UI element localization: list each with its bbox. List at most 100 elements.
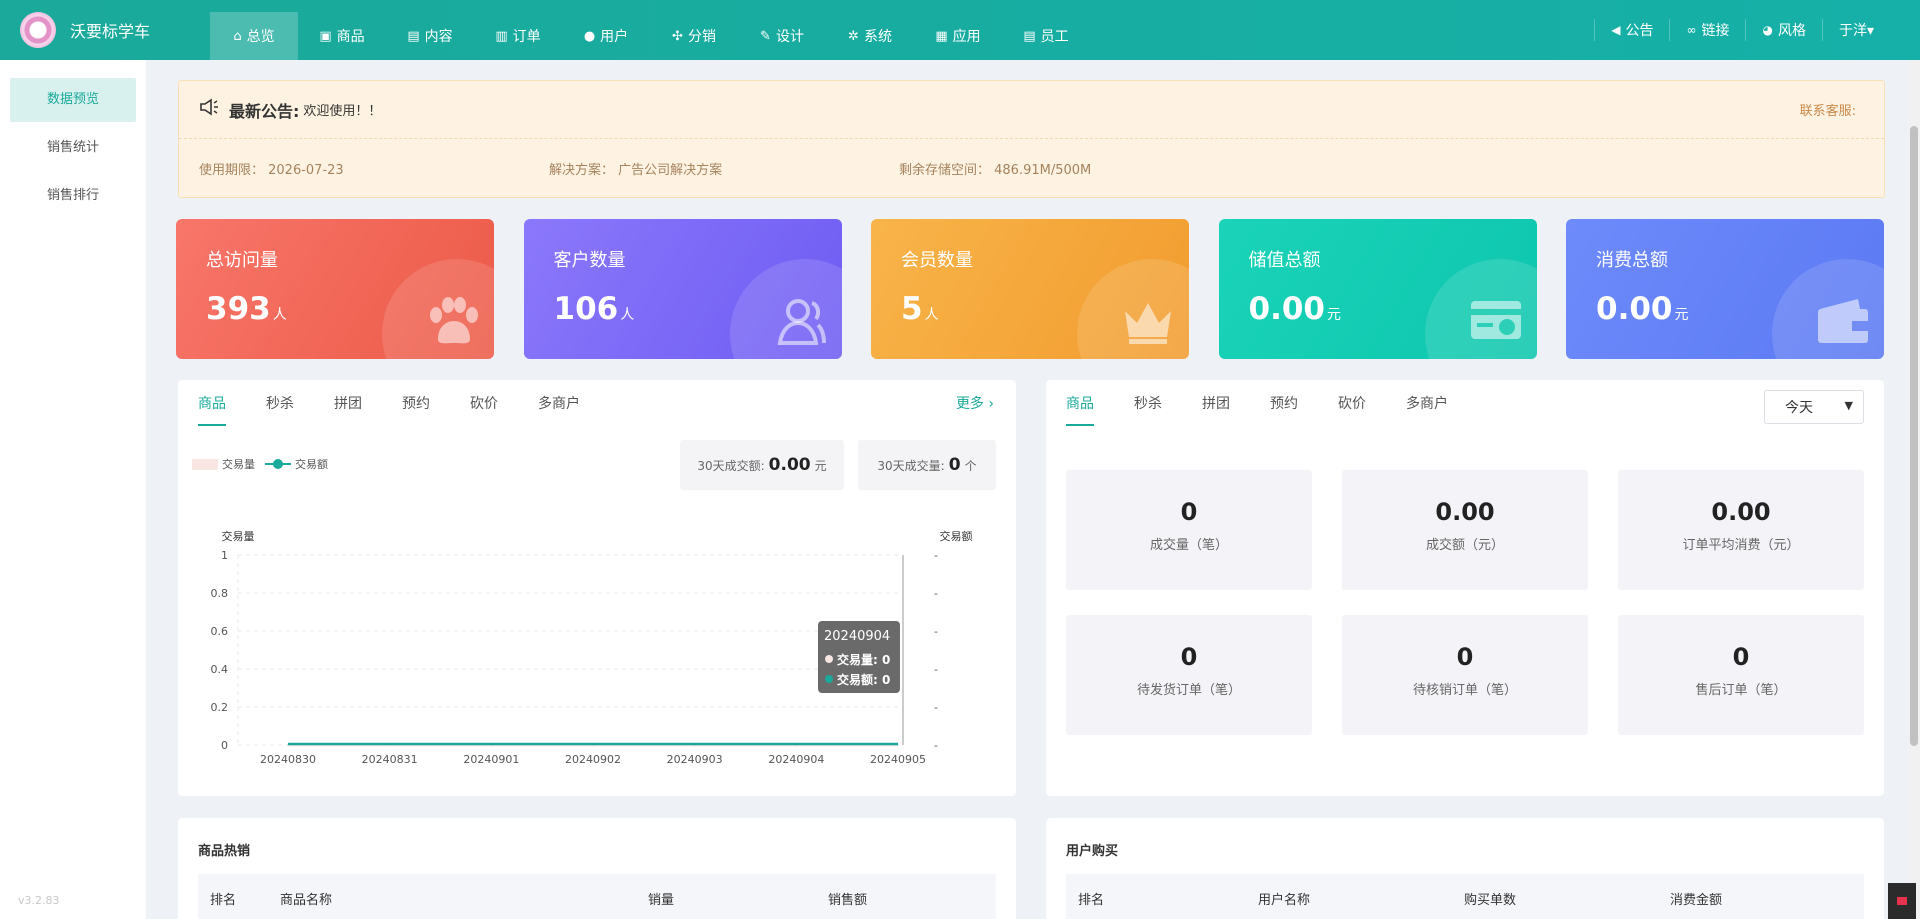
page-scrollbar[interactable] [1908,60,1920,919]
nav-item-3[interactable]: ▥ 订单 [474,12,562,60]
stat-card-value: 0.00 元 [1596,291,1689,327]
stat-card-value: 106 人 [554,291,635,327]
clipboard-icon: ▥ [495,28,508,44]
flag-icon[interactable] [1888,883,1916,919]
logo-icon [20,12,56,48]
nav-item-5[interactable]: ✣ 分销 [650,12,738,60]
nav-item-6[interactable]: ✎ 设计 [738,12,826,60]
today-stats-panel: 商品 秒杀 拼团 预约 砍价 多商户 今天 ▼ 0 成交量（笔） 0.00 成交额（元） 0.00… [1046,380,1884,796]
stat-card-1[interactable]: 客户数量 106 人 [523,219,842,359]
y-tick-label: 0.4 [211,663,229,676]
nav-item-7[interactable]: ✲ 系统 [826,12,914,60]
stat-value-unit: 人 [272,307,287,323]
scrollbar-thumb[interactable] [1910,126,1918,746]
stat-value-number: 106 [553,291,619,327]
hot-goods-title: 商品热销 [198,844,251,859]
tile-value: 0 [1180,498,1198,526]
tile-value: 0 [1456,643,1474,671]
x-tick-label: 20240830 [260,753,316,766]
stat-card-title: 消费总额 [1596,250,1668,271]
hot-goods-table-header: 排名 商品名称 销量 销售额 [198,874,996,919]
nav-item-1[interactable]: ▣ 商品 [298,12,386,60]
card-icon [1467,295,1525,347]
share-icon: ✣ [672,28,683,44]
header-link-label: 链接 [1701,23,1730,39]
period-select[interactable]: 今天 ▼ [1764,390,1864,424]
y-right-tick-label: - [934,701,938,714]
sidebar-item-1[interactable]: 销售统计 [10,126,136,170]
contact-service-link[interactable]: 联系客服: [1800,100,1856,119]
bag-icon: ▣ [319,28,332,44]
header-right-links: ◀ 公告 ∞ 链接 ◕ 风格 于洋▾ [1594,0,1890,60]
stat-value-number: 393 [206,291,271,327]
tab-2[interactable]: 拼团 [1202,390,1230,426]
nav-item-9[interactable]: ▤ 员工 [1002,12,1090,60]
document-icon: ▤ [407,28,420,44]
tab-0[interactable]: 商品 [1066,390,1094,426]
stat-value-number: 5 [901,291,923,327]
sidebar-item-2[interactable]: 销售排行 [10,174,136,218]
brand[interactable]: 沃要标学车 [0,12,210,48]
wallet-icon [1814,295,1872,347]
trade-line-chart: 交易量 交易额 0 - 0.2 - 0.4 - 0.6 - 0.8 - 1 - 20240830 202408… [211,529,973,766]
header-link-0[interactable]: ◀ 公告 [1594,19,1669,41]
tile-value: 0 [1732,643,1750,671]
stat-card-0[interactable]: 总访问量 393 人 [176,219,494,359]
nav-item-0[interactable]: ⌂ 总览 [210,12,298,60]
tile-value: 0 [1180,643,1198,671]
tile-label: 待核销订单（笔） [1412,683,1517,698]
series-point-1 [592,744,594,746]
stat-card-3[interactable]: 储值总额 0.00 元 [1218,219,1537,359]
x-tick-label: 20240902 [565,753,621,766]
lock-icon: ▤ [1023,28,1036,44]
stat-value-unit: 人 [924,307,939,323]
tile-label: 订单平均消费（元） [1682,538,1800,553]
stat-card-title: 储值总额 [1248,250,1321,271]
stat-tile-0: 0 成交量（笔） [1066,470,1312,590]
nav-label: 分销 [687,29,716,45]
x-tick-label: 20240905 [870,753,926,766]
storage-info: 剩余存储空间： 486.91M/500M [899,162,1092,178]
tooltip-dot-volume [825,655,833,663]
user-buy-title: 用户购买 [1066,844,1119,859]
y-right-tick-label: - [934,587,938,600]
tooltip-dot-amount [825,675,833,683]
nav-label: 总览 [246,29,275,45]
stat-value-unit: 元 [1327,307,1341,323]
nav-item-4[interactable]: ● 用户 [562,12,650,60]
user-buy-table-header: 排名 用户名称 购买单数 消费金额 [1066,874,1864,919]
header-link-2[interactable]: ◕ 风格 [1745,19,1821,41]
tile-label: 成交额（元） [1425,538,1504,553]
brand-name: 沃要标学车 [70,22,151,41]
nav-label: 内容 [424,29,453,45]
sidebar-item-0[interactable]: 数据预览 [10,78,136,122]
tab-3[interactable]: 预约 [1270,390,1298,426]
y-right-tick-label: - [934,739,938,752]
palette-icon: ◕ [1762,23,1773,37]
stat-card-4[interactable]: 消费总额 0.00 元 [1566,219,1884,359]
gear-icon: ✲ [848,28,859,44]
nav-label: 订单 [512,29,541,45]
grid-icon: ▦ [935,28,948,44]
main-nav: ⌂ 总览 ▣ 商品 ▤ 内容 ▥ 订单 ● 用户 ✣ 分销 ✎ 设计 ✲ 系统 ▦ 应用 ▤ 员工 [210,0,1090,60]
tooltip-date: 20240904 [824,629,890,644]
y-tick-label: 0.6 [211,625,229,638]
link-icon: ∞ [1686,23,1697,37]
tab-4[interactable]: 砍价 [1338,390,1366,426]
header-link-1[interactable]: ∞ 链接 [1669,19,1745,41]
tab-5[interactable]: 多商户 [1406,390,1448,426]
tooltip-row-volume: 交易量: 0 [837,652,890,667]
stat-card-title: 客户数量 [553,250,626,271]
header-link-3[interactable]: 于洋▾ [1821,19,1890,41]
stat-card-2[interactable]: 会员数量 5 人 [871,219,1189,359]
version-label: v3.2.83 [18,894,60,907]
nav-item-8[interactable]: ▦ 应用 [914,12,1002,60]
tab-1[interactable]: 秒杀 [1134,390,1162,426]
series-point-1 [694,744,696,746]
tooltip-row-amount: 交易额: 0 [837,672,890,687]
table-header-cell: 排名 [210,892,237,908]
stat-card-title: 会员数量 [901,250,973,271]
nav-item-2[interactable]: ▤ 内容 [386,12,474,60]
brush-icon: ✎ [760,28,771,44]
notice-panel: 最新公告: 欢迎使用！！ 联系客服: 使用期限： 2026-07-23 解决方案… [178,80,1885,198]
